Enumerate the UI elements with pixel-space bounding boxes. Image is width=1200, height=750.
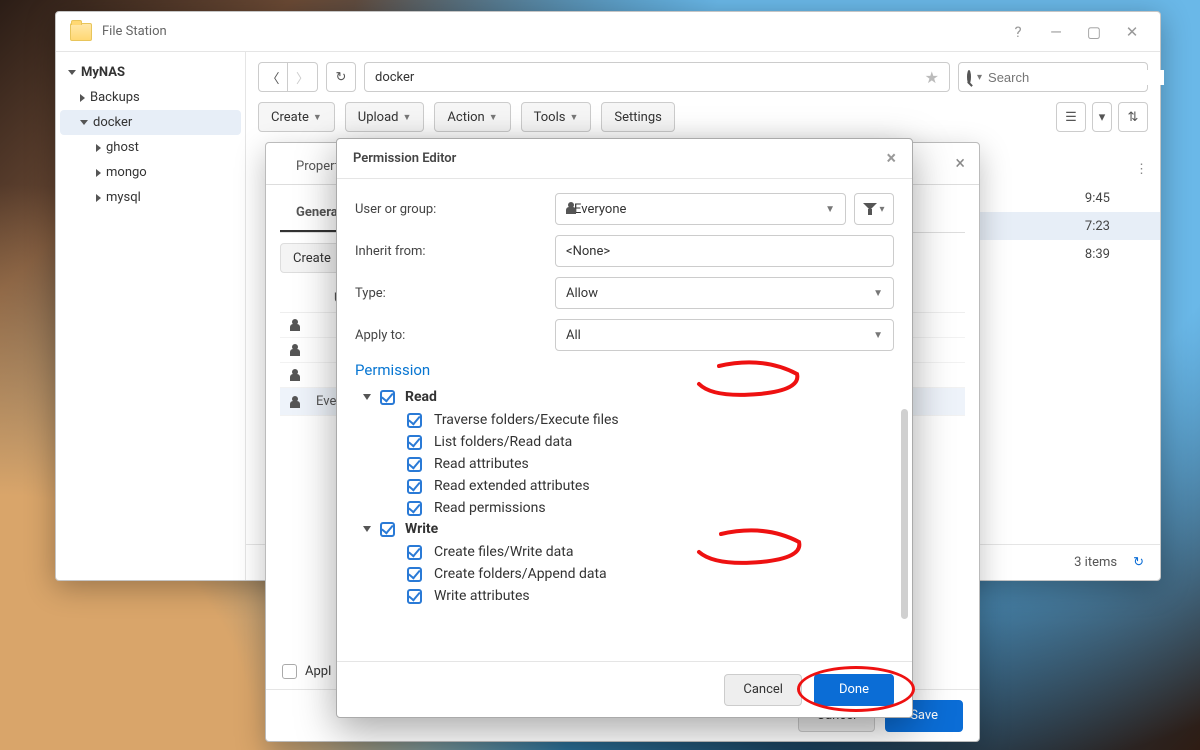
filter-button[interactable]: ▾ xyxy=(854,193,894,225)
favorite-icon[interactable]: ★ xyxy=(925,68,939,87)
user-icon xyxy=(290,319,306,331)
read-checkbox[interactable] xyxy=(380,390,395,405)
settings-button[interactable]: Settings xyxy=(601,102,674,132)
upload-menu[interactable]: Upload▼ xyxy=(345,102,425,132)
perm-item-read[interactable]: Read attributes xyxy=(355,453,894,475)
permission-section-heading: Permission xyxy=(355,361,894,379)
perm-checkbox[interactable] xyxy=(407,457,422,472)
perm-item-label: Read extended attributes xyxy=(434,478,590,494)
group-icon xyxy=(290,369,306,381)
props-create-menu[interactable]: Create xyxy=(280,243,344,273)
write-checkbox[interactable] xyxy=(380,522,395,537)
sort-button[interactable]: ⇅ xyxy=(1118,102,1148,132)
perm-checkbox[interactable] xyxy=(407,567,422,582)
chevron-down-icon[interactable] xyxy=(363,394,371,400)
pedit-done-button[interactable]: Done xyxy=(814,674,894,706)
maximize-button[interactable]: ▢ xyxy=(1080,23,1108,41)
close-button[interactable]: ✕ xyxy=(1118,23,1146,41)
perm-item-label: Read permissions xyxy=(434,500,546,516)
create-menu[interactable]: Create▼ xyxy=(258,102,335,132)
perm-checkbox[interactable] xyxy=(407,501,422,516)
perm-group-read[interactable]: Read xyxy=(363,389,894,405)
chevron-down-icon[interactable] xyxy=(363,526,371,532)
apply-subfolders-checkbox[interactable] xyxy=(282,664,297,679)
item-count: 3 items xyxy=(1074,555,1117,570)
search-input[interactable] xyxy=(988,70,1164,85)
perm-item-read[interactable]: Read extended attributes xyxy=(355,475,894,497)
group-icon xyxy=(290,396,306,408)
permission-editor-title: Permission Editor xyxy=(353,151,456,166)
tree-item-backups[interactable]: Backups xyxy=(60,85,241,110)
app-icon xyxy=(70,23,92,41)
perm-checkbox[interactable] xyxy=(407,545,422,560)
perm-checkbox[interactable] xyxy=(407,435,422,450)
permission-tree: Read Traverse folders/Execute files List … xyxy=(355,389,894,607)
perm-checkbox[interactable] xyxy=(407,479,422,494)
help-icon[interactable]: ? xyxy=(1004,23,1032,41)
minimize-button[interactable]: — xyxy=(1042,23,1070,41)
perm-checkbox[interactable] xyxy=(407,413,422,428)
tree-root[interactable]: MyNAS xyxy=(60,60,241,85)
titlebar: File Station ? — ▢ ✕ xyxy=(56,12,1160,52)
apply-to-select[interactable]: All▼ xyxy=(555,319,894,351)
perm-item-write[interactable]: Create folders/Append data xyxy=(355,563,894,585)
type-select[interactable]: Allow▼ xyxy=(555,277,894,309)
action-menu[interactable]: Action▼ xyxy=(434,102,510,132)
perm-item-label: Create files/Write data xyxy=(434,544,573,560)
scrollbar[interactable] xyxy=(901,409,908,619)
nav-forward-button[interactable]: 〉 xyxy=(288,62,318,92)
perm-item-write[interactable]: Write attributes xyxy=(355,585,894,607)
tools-menu[interactable]: Tools▼ xyxy=(521,102,592,132)
tree-item-mysql[interactable]: mysql xyxy=(60,185,241,210)
perm-item-label: Write attributes xyxy=(434,588,530,604)
label-type: Type: xyxy=(355,286,555,301)
view-options-button[interactable]: ▾ xyxy=(1092,102,1112,132)
address-path: docker xyxy=(375,70,414,85)
view-list-button[interactable]: ☰ xyxy=(1056,102,1086,132)
label-apply-to: Apply to: xyxy=(355,328,555,343)
refresh-button[interactable]: ↻ xyxy=(326,62,356,92)
refresh-icon[interactable]: ↻ xyxy=(1133,555,1144,570)
label-inherit-from: Inherit from: xyxy=(355,244,555,259)
perm-item-write[interactable]: Create files/Write data xyxy=(355,541,894,563)
tree-item-mongo[interactable]: mongo xyxy=(60,160,241,185)
perm-item-label: Read attributes xyxy=(434,456,529,472)
perm-group-write[interactable]: Write xyxy=(363,521,894,537)
perm-item-label: List folders/Read data xyxy=(434,434,572,450)
close-icon[interactable]: × xyxy=(955,153,965,174)
tree-item-ghost[interactable]: ghost xyxy=(60,135,241,160)
nav-back-button[interactable]: 〈 xyxy=(258,62,288,92)
funnel-icon xyxy=(863,203,877,215)
address-bar[interactable]: docker ★ xyxy=(364,62,950,92)
permission-editor-dialog: Permission Editor × User or group: Every… xyxy=(336,138,913,718)
perm-item-read[interactable]: Read permissions xyxy=(355,497,894,519)
tree-sidebar: MyNAS Backups docker ghost mongo mysql xyxy=(56,52,246,580)
close-icon[interactable]: × xyxy=(886,148,896,169)
perm-item-read[interactable]: Traverse folders/Execute files xyxy=(355,409,894,431)
pedit-cancel-button[interactable]: Cancel xyxy=(724,674,802,706)
search-icon xyxy=(967,70,971,84)
inherit-from-field[interactable]: <None> xyxy=(555,235,894,267)
label-user-or-group: User or group: xyxy=(355,202,555,217)
search-field[interactable]: ▾ xyxy=(958,62,1148,92)
perm-item-label: Create folders/Append data xyxy=(434,566,607,582)
window-title: File Station xyxy=(102,24,167,39)
user-or-group-select[interactable]: Everyone ▼ xyxy=(555,193,846,225)
group-icon xyxy=(290,344,306,356)
perm-checkbox[interactable] xyxy=(407,589,422,604)
perm-item-read[interactable]: List folders/Read data xyxy=(355,431,894,453)
tree-item-docker[interactable]: docker xyxy=(60,110,241,135)
perm-item-label: Traverse folders/Execute files xyxy=(434,412,619,428)
apply-subfolders-label: Appl xyxy=(305,664,331,679)
